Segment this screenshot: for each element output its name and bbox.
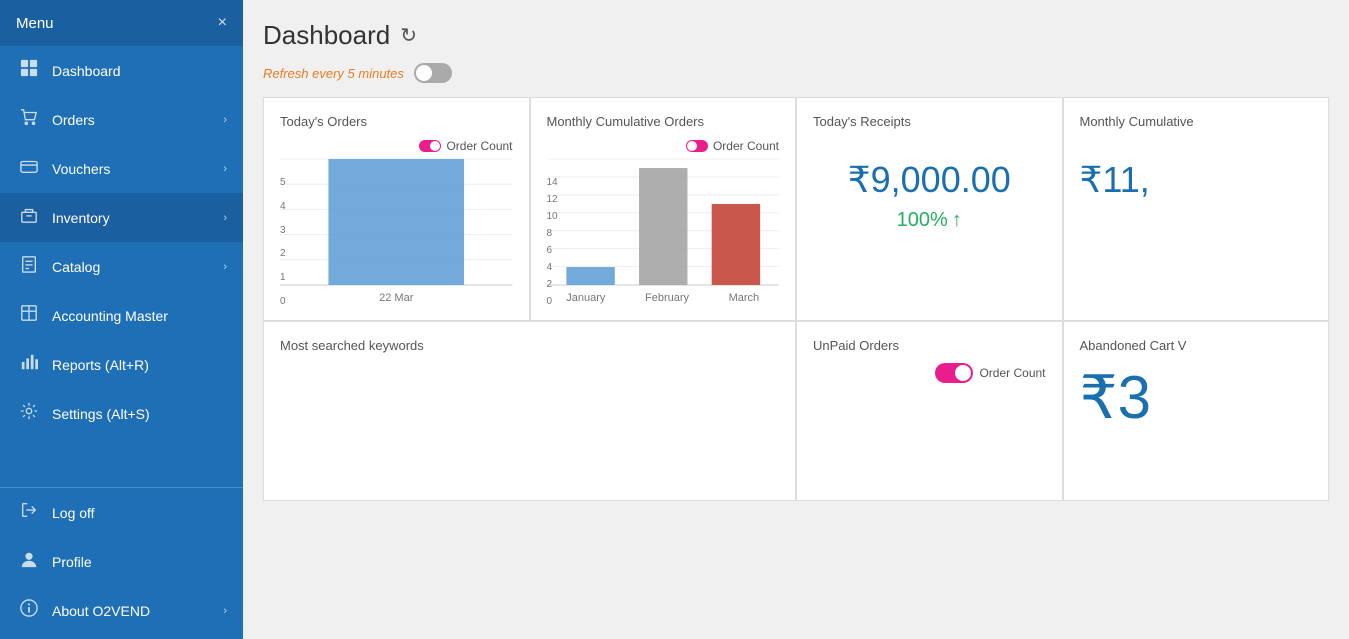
unpaid-orders-card: UnPaid Orders Order Count (796, 321, 1063, 501)
menu-label: Menu (16, 15, 54, 32)
sidebar-close-icon[interactable]: × (218, 14, 227, 32)
sidebar-item-orders[interactable]: Orders › (0, 95, 243, 144)
settings-icon (16, 402, 42, 425)
reports-label: Reports (Alt+R) (52, 357, 227, 373)
sidebar-header: Menu × (0, 0, 243, 46)
y-axis-labels: 543210 (280, 177, 296, 307)
sidebar-item-accounting[interactable]: Accounting Master (0, 291, 243, 340)
inventory-arrow-icon: › (223, 212, 227, 224)
catalog-icon (16, 255, 42, 278)
page-title: Dashboard (263, 20, 390, 51)
refresh-toggle[interactable] (414, 63, 452, 83)
monthly-chart: 14121086420 (547, 157, 780, 304)
monthly-cumulative-receipts-card: Monthly Cumulative ₹11, (1063, 97, 1330, 321)
sidebar-item-profile[interactable]: Profile (0, 537, 243, 586)
inventory-icon (16, 206, 42, 229)
todays-orders-chart: 543210 22 Mar (280, 157, 513, 304)
unpaid-toggle[interactable] (935, 363, 973, 383)
unpaid-orders-title: UnPaid Orders (813, 338, 1046, 353)
monthly-x-labels: January February March (547, 292, 780, 304)
accounting-label: Accounting Master (52, 308, 227, 324)
sidebar-item-reports[interactable]: Reports (Alt+R) (0, 340, 243, 389)
sidebar-item-vouchers[interactable]: Vouchers › (0, 144, 243, 193)
sidebar-item-dashboard[interactable]: Dashboard (0, 46, 243, 95)
about-icon (16, 599, 42, 622)
about-label: About O2VEND (52, 603, 223, 619)
inventory-label: Inventory (52, 210, 223, 226)
refresh-label: Refresh every 5 minutes (263, 66, 404, 81)
monthly-cumulative-title: Monthly Cumulative Orders (547, 114, 780, 129)
vouchers-icon (16, 157, 42, 180)
profile-icon (16, 550, 42, 573)
vouchers-label: Vouchers (52, 161, 223, 177)
sidebar-bottom: Log off Profile About O2VEND › (0, 487, 243, 639)
monthly-cumulative-receipts-title: Monthly Cumulative (1080, 114, 1313, 129)
sidebar: Menu × Dashboard Orders › (0, 0, 243, 639)
sidebar-item-about[interactable]: About O2VEND › (0, 586, 243, 635)
logoff-icon (16, 501, 42, 524)
profile-label: Profile (52, 554, 227, 570)
todays-receipts-title: Today's Receipts (813, 114, 1046, 129)
sidebar-item-inventory[interactable]: Inventory › (0, 193, 243, 242)
mar-label: March (729, 292, 760, 304)
x-axis-label-today: 22 Mar (280, 292, 513, 304)
percent-value: 100% (897, 209, 948, 232)
settings-label: Settings (Alt+S) (52, 406, 227, 422)
catalog-label: Catalog (52, 259, 223, 275)
main-content: Dashboard ↻ Refresh every 5 minutes Toda… (243, 0, 1349, 639)
dashboard-grid-row2: Most searched keywords UnPaid Orders Ord… (263, 321, 1329, 501)
dashboard-label: Dashboard (52, 63, 227, 79)
todays-receipts-amount: ₹9,000.00 (813, 159, 1046, 201)
sidebar-item-catalog[interactable]: Catalog › (0, 242, 243, 291)
reports-icon (16, 353, 42, 376)
todays-receipts-card: Today's Receipts ₹9,000.00 100% ↑ (796, 97, 1063, 321)
orders-label: Orders (52, 112, 223, 128)
most-searched-card: Most searched keywords (263, 321, 796, 501)
about-arrow-icon: › (223, 605, 227, 617)
unpaid-legend: Order Count (979, 366, 1045, 380)
refresh-icon[interactable]: ↻ (400, 23, 417, 48)
most-searched-title: Most searched keywords (280, 338, 779, 353)
jan-label: January (566, 292, 605, 304)
orders-icon (16, 108, 42, 131)
toggle-knob (416, 65, 432, 81)
percent-arrow-icon: ↑ (952, 209, 962, 232)
sidebar-item-logoff[interactable]: Log off (0, 488, 243, 537)
monthly-legend: Order Count (713, 139, 779, 153)
feb-label: February (645, 292, 689, 304)
abandoned-cart-card: Abandoned Cart V ₹3 (1063, 321, 1330, 501)
accounting-icon (16, 304, 42, 327)
sidebar-nav: Dashboard Orders › Vouchers › (0, 46, 243, 487)
refresh-bar: Refresh every 5 minutes (263, 63, 1329, 83)
unpaid-toggle-area: Order Count (813, 363, 1046, 383)
bar-chart-today (280, 157, 513, 287)
logoff-label: Log off (52, 505, 227, 521)
monthly-receipts-amount: ₹11, (1080, 159, 1313, 201)
unpaid-toggle-knob (955, 365, 971, 381)
abandoned-cart-amount: ₹3 (1080, 363, 1313, 433)
abandoned-cart-title: Abandoned Cart V (1080, 338, 1313, 353)
catalog-arrow-icon: › (223, 261, 227, 273)
orders-arrow-icon: › (223, 114, 227, 126)
todays-orders-card: Today's Orders Order Count 543210 (263, 97, 530, 321)
page-header: Dashboard ↻ (263, 20, 1329, 51)
monthly-bar-chart (547, 157, 780, 287)
percent-badge: 100% ↑ (813, 209, 1046, 232)
todays-orders-title: Today's Orders (280, 114, 513, 129)
todays-orders-legend: Order Count (446, 139, 512, 153)
vouchers-arrow-icon: › (223, 163, 227, 175)
dashboard-grid-row1: Today's Orders Order Count 543210 (263, 97, 1329, 321)
sidebar-item-settings[interactable]: Settings (Alt+S) (0, 389, 243, 438)
monthly-cumulative-card: Monthly Cumulative Orders Order Count 14… (530, 97, 797, 321)
dashboard-icon (16, 59, 42, 82)
